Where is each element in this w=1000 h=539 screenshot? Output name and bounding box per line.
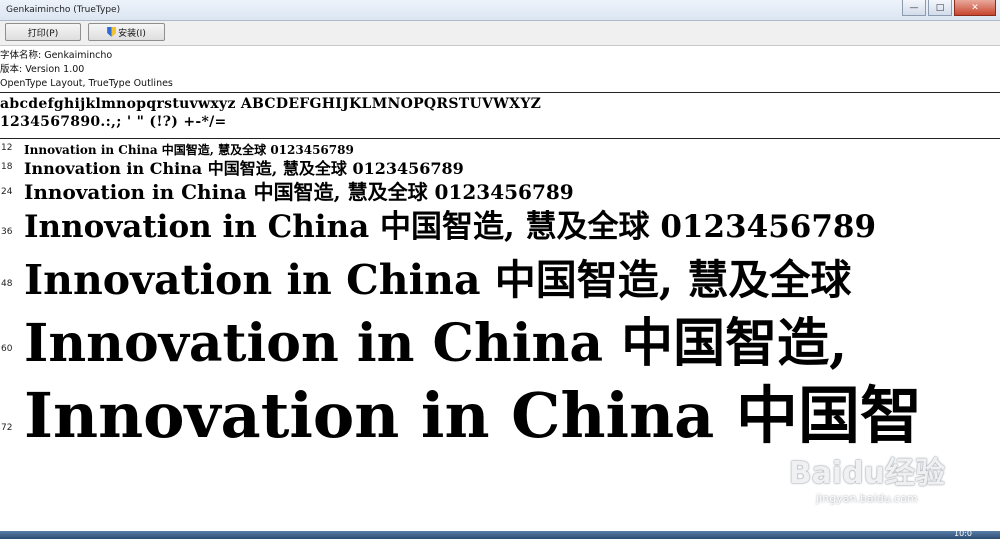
print-button[interactable]: 打印(P)	[5, 23, 81, 41]
maximize-icon[interactable]: □	[928, 0, 952, 16]
sample-text: Innovation in China 中国智造, 慧及全球 012345678…	[24, 209, 877, 245]
minimize-icon[interactable]: —	[902, 0, 926, 16]
divider	[0, 92, 1000, 93]
font-version: 版本: Version 1.00	[0, 64, 85, 75]
taskbar: 10:0	[0, 529, 1000, 539]
size-label: 12	[1, 143, 13, 153]
sample-text: Innovation in China 中国智	[24, 379, 922, 452]
toolbar: 打印(P) 安装(I)	[0, 21, 1000, 46]
window-controls: — □ ✕	[900, 0, 996, 16]
sample-text: Innovation in China 中国智造, 慧及全球	[24, 256, 852, 304]
size-label: 18	[1, 162, 13, 172]
divider	[0, 138, 1000, 139]
size-label: 36	[1, 227, 13, 237]
font-type: OpenType Layout, TrueType Outlines	[0, 78, 173, 89]
size-label: 60	[1, 344, 13, 354]
taskbar-clock: 10:0	[954, 529, 972, 538]
install-button[interactable]: 安装(I)	[88, 23, 165, 41]
watermark-logo: Baidu经验	[788, 456, 945, 491]
charset-letters: abcdefghijklmnopqrstuvwxyz ABCDEFGHIJKLM…	[0, 96, 542, 112]
size-label: 24	[1, 187, 13, 197]
watermark-url: jingyan.baidu.com	[816, 492, 918, 505]
install-button-label: 安装(I)	[118, 28, 146, 39]
charset-digits-symbols: 1234567890.:,; ' " (!?) +-*/=	[0, 114, 227, 130]
character-set: abcdefghijklmnopqrstuvwxyz ABCDEFGHIJKLM…	[0, 95, 541, 131]
size-label: 48	[1, 279, 13, 289]
baidu-watermark: Baidu经验 jingyan.baidu.com	[789, 448, 945, 505]
font-info: 字体名称: Genkaimincho 版本: Version 1.00 Open…	[0, 49, 173, 91]
font-name: 字体名称: Genkaimincho	[0, 50, 113, 61]
title-bar: Genkaimincho (TrueType) — □ ✕	[0, 0, 1000, 21]
shield-icon	[107, 27, 117, 37]
close-icon[interactable]: ✕	[954, 0, 996, 16]
print-button-label: 打印(P)	[27, 28, 59, 39]
window-title: Genkaimincho (TrueType)	[6, 5, 121, 15]
size-label: 72	[1, 423, 13, 433]
